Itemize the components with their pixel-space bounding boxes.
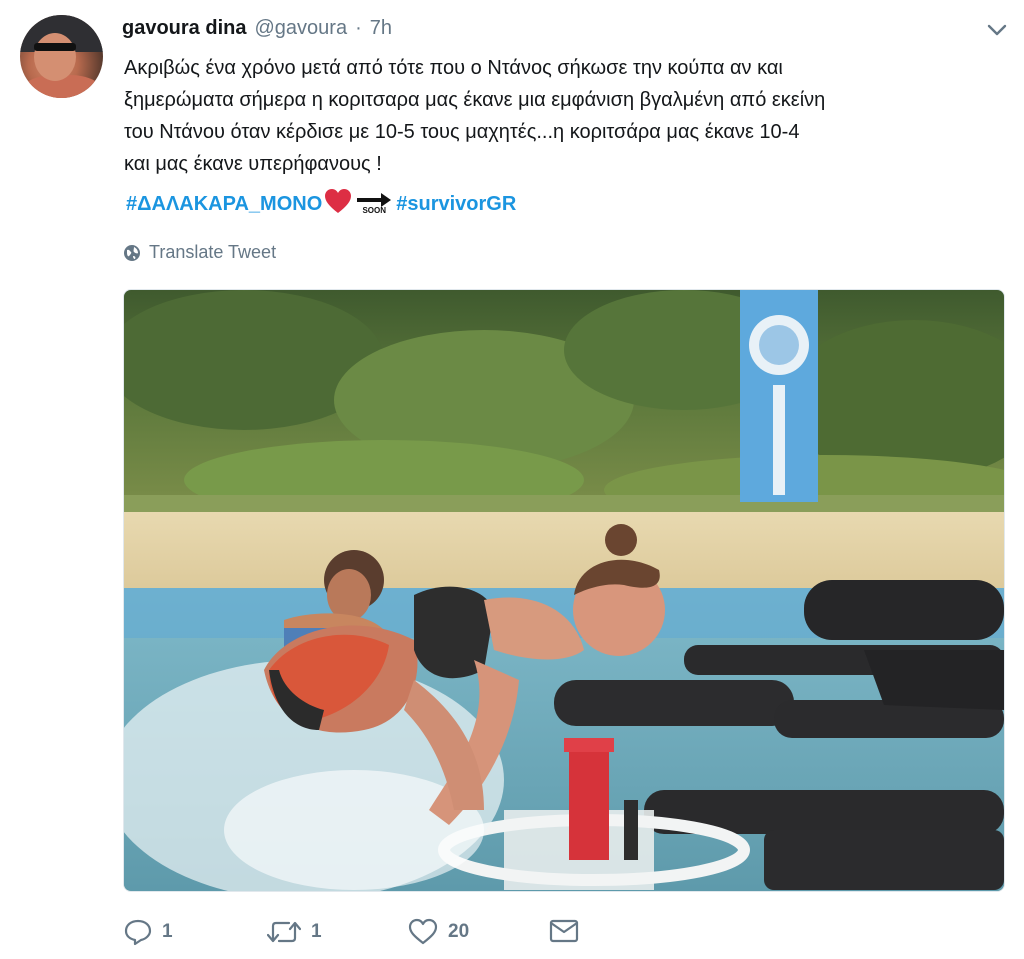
display-name[interactable]: gavoura dina [122,17,246,40]
envelope-icon [549,919,579,943]
like-count: 20 [448,921,470,942]
retweet-icon [267,921,301,943]
reply-icon [124,919,152,946]
tweet-photo[interactable] [123,289,1005,892]
soon-label: SOON [362,206,387,215]
tweet-text: Ακριβώς ένα χρόνο μετά από τότε που ο Ντ… [124,52,1004,180]
direct-message-button[interactable] [549,918,579,944]
reply-button[interactable]: 1 [124,918,173,946]
tweet-text-line: Ακριβώς ένα χρόνο μετά από τότε που ο Ντ… [124,57,783,79]
reply-count: 1 [162,921,173,942]
tweet-text-line: ξημερώματα σήμερα η κοριτσαρα μας έκανε … [124,89,826,111]
avatar[interactable] [20,15,103,98]
separator-dot: · [355,17,362,39]
hashtag-dalakara[interactable]: #ΔΑΛΑΚΑΡΑ_ΜΟΝΟ [126,193,322,216]
tweet-text-line: και μας έκανε υπερήφανους ! [124,153,382,175]
more-options-button[interactable] [983,18,1011,42]
hashtag-row: #ΔΑΛΑΚΑΡΑ_ΜΟΝΟ SOON #survivorGR [126,186,516,222]
tweet-header: gavoura dina @gavoura · 7h [122,17,392,41]
chevron-down-icon [987,24,1007,36]
retweet-count: 1 [311,921,322,942]
globe-icon [124,244,140,261]
red-heart-emoji-icon [324,188,352,220]
like-button[interactable]: 20 [408,918,469,946]
translate-tweet-link[interactable]: Translate Tweet [123,242,276,263]
tweet-actions: 1 1 20 [124,918,604,950]
retweet-button[interactable]: 1 [267,918,322,946]
translate-label: Translate Tweet [149,242,277,262]
hashtag-survivorgr[interactable]: #survivorGR [396,193,516,216]
tweet-text-line: του Ντάνου όταν κέρδισε με 10-5 τους μαχ… [124,121,800,143]
photo-scene [124,290,1004,891]
user-handle[interactable]: @gavoura [254,17,347,40]
tweet-timestamp[interactable]: 7h [370,17,392,40]
tweet-card[interactable]: gavoura dina @gavoura · 7h Ακριβώς ένα χ… [0,0,1024,959]
soon-arrow-emoji-icon: SOON [356,193,392,215]
heart-icon [408,918,438,945]
